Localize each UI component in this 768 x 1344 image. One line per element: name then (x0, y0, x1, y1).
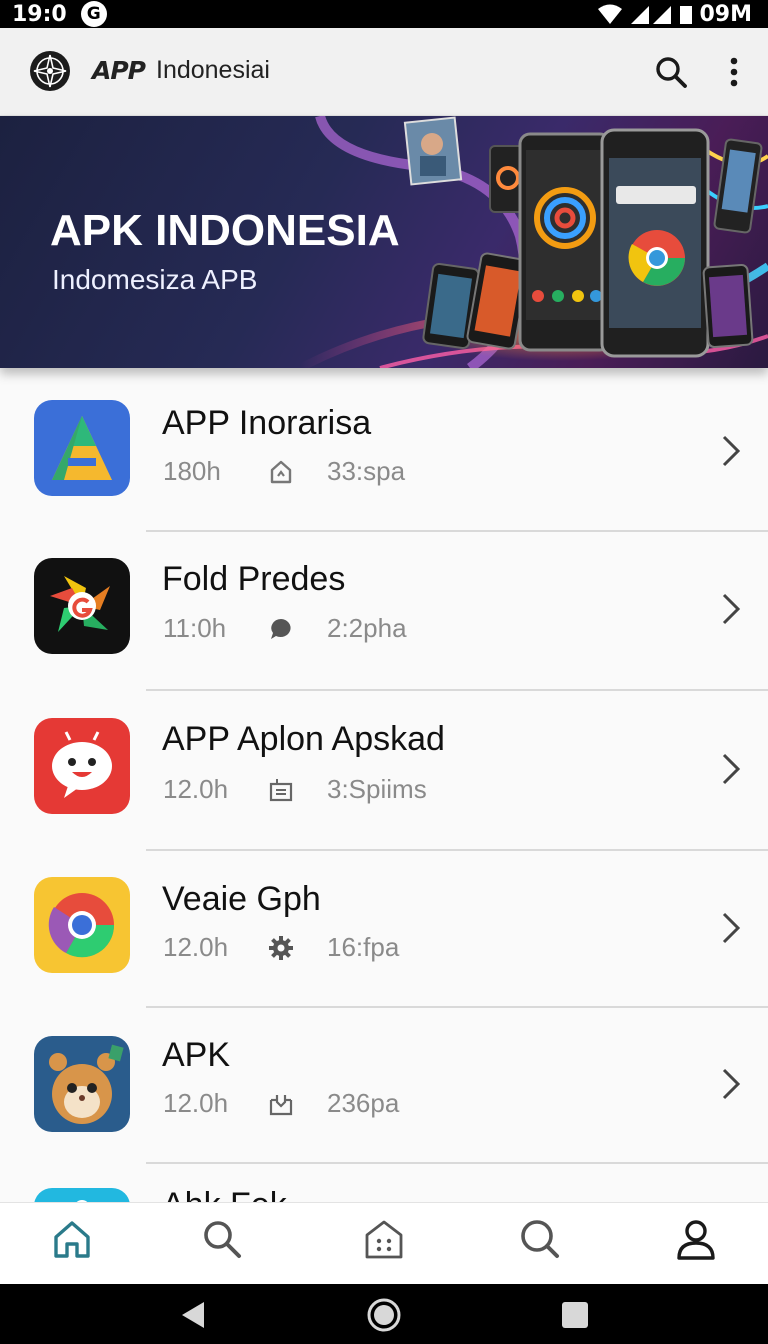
chevron-right-icon[interactable] (718, 434, 744, 468)
smiley-bubble-app-icon (34, 718, 130, 814)
status-app-logo-icon: G (80, 1, 107, 27)
battery-icon (680, 6, 693, 24)
app-title: Indonesiai (156, 56, 270, 84)
home-circle-icon[interactable] (367, 1298, 401, 1332)
chevron-right-icon[interactable] (718, 911, 744, 945)
chevron-right-icon[interactable] (718, 752, 744, 786)
chat-bubble-icon (271, 619, 291, 639)
apps-grid-icon (365, 1220, 403, 1259)
home-icon (54, 1221, 90, 1258)
list-item[interactable]: Fold Predes 11:0h 2:2pha (0, 528, 768, 691)
app-name: APP Inorarisa (162, 404, 372, 442)
globe-logo-icon[interactable] (29, 50, 71, 92)
status-right: 09M (597, 2, 752, 27)
hamster-app-icon (34, 1036, 130, 1132)
app-size: 33:spa (327, 456, 406, 486)
recents-icon[interactable] (558, 1298, 592, 1332)
app-name: Fold Predes (162, 560, 346, 598)
app-size: 16:fpa (327, 932, 400, 962)
status-time: 19:0 (12, 1, 67, 27)
app-size: 3:Spiims (327, 774, 427, 804)
wifi-icon (598, 4, 623, 24)
nav-search[interactable] (198, 1215, 246, 1263)
triangle-a-app-icon (34, 400, 130, 496)
gear-icon (269, 936, 293, 960)
app-time: 12.0h (163, 932, 229, 962)
signal-icon (631, 6, 672, 24)
app-size: 2:2pha (327, 613, 407, 643)
nav-profile[interactable] (672, 1215, 720, 1263)
list-item[interactable]: APP Aplon Apskad 12.0h 3:Spiims (0, 688, 768, 851)
app-time: 180h (163, 456, 221, 486)
app-name: Ahk Fek (162, 1186, 287, 1202)
chevron-right-icon[interactable] (718, 1067, 744, 1101)
system-nav (0, 1284, 768, 1344)
app-size: 236pa (327, 1088, 400, 1118)
back-icon[interactable] (176, 1298, 210, 1332)
app-list: APP Inorarisa 180h 33:spa Fold Predes 11… (0, 368, 768, 1202)
home-up-icon (270, 460, 292, 484)
app-bar: APP Indonesiai (0, 28, 768, 116)
chrome-like-app-icon (34, 877, 130, 973)
nav-home[interactable] (48, 1215, 96, 1263)
status-right-text: 09M (699, 1, 752, 27)
more-vert-icon[interactable] (722, 55, 746, 89)
list-item[interactable]: APK 12.0h 236pa (0, 1006, 768, 1164)
app-brand: APP (92, 56, 146, 85)
list-item[interactable]: Ahk Fek (0, 1164, 768, 1202)
banner-subtitle: Indomesiza APB (52, 264, 258, 295)
discover-icon (521, 1220, 559, 1258)
nav-discover[interactable] (516, 1215, 564, 1263)
search-icon (204, 1221, 241, 1258)
app-name: APP Aplon Apskad (162, 720, 445, 758)
app-name: APK (162, 1036, 231, 1074)
app-time: 12.0h (163, 774, 229, 804)
hero-banner[interactable]: APK INDONESIA Indomesiza APB (0, 116, 768, 368)
banner-title: APK INDONESIA (50, 206, 400, 255)
inbox-icon (269, 779, 293, 802)
nav-apps[interactable] (360, 1215, 408, 1263)
download-box-icon (269, 1095, 293, 1116)
profile-icon (677, 1220, 715, 1260)
app-name: Veaie Gph (162, 880, 321, 918)
app-time: 12.0h (163, 1088, 229, 1118)
flower-g-app-icon (34, 558, 130, 654)
search-icon[interactable] (654, 55, 688, 89)
cyan-app-icon (34, 1188, 130, 1202)
app-time: 11:0h (163, 613, 227, 643)
list-item[interactable]: Veaie Gph 12.0h 16:fpa (0, 848, 768, 1008)
bottom-nav (0, 1202, 768, 1284)
list-item[interactable]: APP Inorarisa 180h 33:spa (0, 368, 768, 532)
chevron-right-icon[interactable] (718, 592, 744, 626)
status-bar: 19:0 G 09M (0, 0, 768, 28)
status-left: 19:0 G (12, 1, 107, 27)
